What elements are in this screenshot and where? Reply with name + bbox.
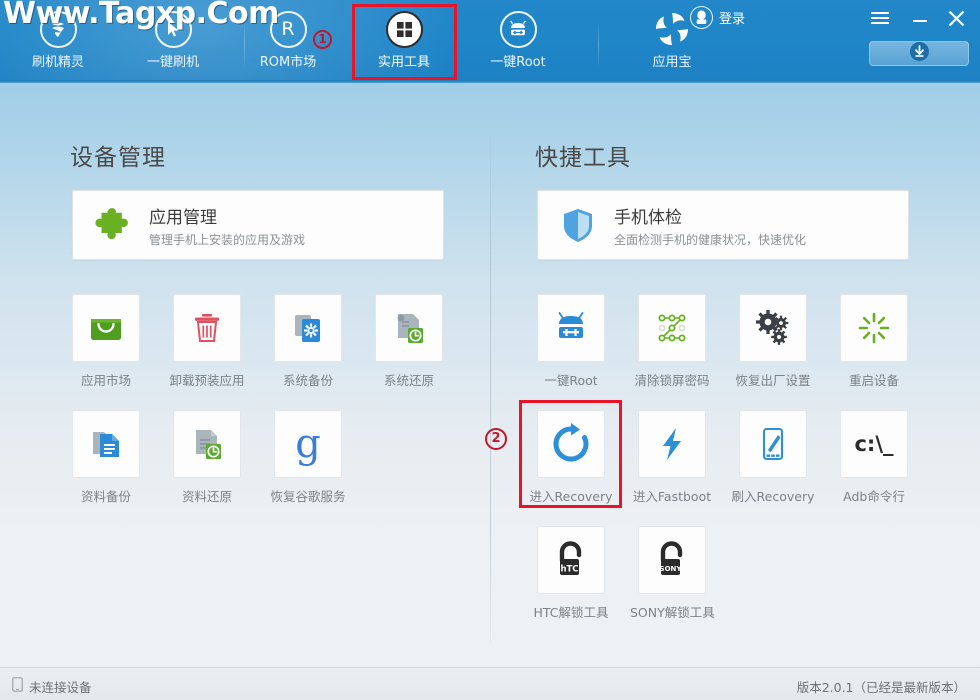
card-subtitle: 管理手机上安装的应用及游戏: [149, 232, 306, 247]
left-section-title: 设备管理: [70, 145, 166, 171]
tile-label: HTC解锁工具: [533, 605, 609, 620]
app-management-card[interactable]: 应用管理 管理手机上安装的应用及游戏: [72, 190, 444, 260]
status-bar: 未连接设备 版本2.0.1（已经是最新版本）: [0, 667, 980, 700]
tile-label: 卸载预装应用: [169, 373, 245, 388]
android-root-icon: [537, 294, 605, 362]
tile-label: SONY解锁工具: [630, 605, 715, 620]
pattern-lock-icon: [638, 294, 706, 362]
restart-burst-icon: [840, 294, 908, 362]
tile-data-backup[interactable]: 资料备份: [64, 410, 148, 505]
tile-label: 进入Recovery: [529, 489, 613, 504]
nav-separator: [598, 22, 599, 68]
annotation-marker-two: 2: [485, 428, 507, 450]
tile-label: 恢复谷歌服务: [270, 489, 346, 504]
tile-clear-lockscreen-password[interactable]: 清除锁屏密码: [630, 294, 714, 389]
tile-restore-google-services[interactable]: g 恢复谷歌服务: [266, 410, 350, 505]
tile-label: 刷入Recovery: [731, 489, 815, 504]
qq-penguin-avatar-icon: [690, 6, 713, 29]
tile-label: 资料备份: [80, 489, 131, 504]
tile-label: 系统备份: [282, 373, 333, 388]
adb-console-icon: c:\_: [840, 410, 908, 478]
tile-restart-device[interactable]: 重启设备: [832, 294, 916, 389]
login-button[interactable]: 登录: [690, 6, 745, 29]
version-text: 版本2.0.1（已经是最新版本）: [796, 680, 966, 695]
trash-can-icon: [173, 294, 241, 362]
nav-label: ROM市场: [259, 55, 317, 70]
data-backup-icon: [72, 410, 140, 478]
column-divider: [490, 132, 491, 644]
gears-icon: [739, 294, 807, 362]
phone-checkup-card[interactable]: 手机体检 全面检测手机的健康状况，快速优化: [537, 190, 909, 260]
tile-label: 应用市场: [80, 373, 131, 388]
watermark-text: Www.Tagxp.Com: [3, 0, 279, 31]
utilities-grid-icon: [356, 8, 452, 50]
system-backup-icon: [274, 294, 342, 362]
tile-label: 一键Root: [544, 373, 598, 388]
tile-system-restore[interactable]: 系统还原: [367, 294, 451, 389]
tile-one-key-root[interactable]: 一键Root: [529, 294, 613, 389]
system-restore-icon: [375, 294, 443, 362]
svg-text:hTC: hTC: [560, 565, 578, 575]
lightning-bolt-icon: [638, 410, 706, 478]
tile-label: 资料还原: [181, 489, 232, 504]
right-section-title: 快捷工具: [535, 145, 631, 171]
title-bar: 刷机精灵 一键刷机 R ROM市场 1 实用工具 一键Root 应用宝 登录 W…: [0, 0, 980, 83]
sony-unlock-padlock-icon: SONY: [638, 526, 706, 594]
tile-label: Adb命令行: [843, 489, 905, 504]
nav-item-utilities[interactable]: 实用工具: [356, 8, 452, 74]
connection-status: 未连接设备: [12, 677, 92, 696]
hamburger-menu-icon[interactable]: [868, 6, 892, 30]
nav-label: 一键刷机: [146, 55, 199, 70]
card-title: 应用管理: [149, 207, 217, 228]
card-subtitle: 全面检测手机的健康状况，快速优化: [614, 232, 807, 247]
application-window: 刷机精灵 一键刷机 R ROM市场 1 实用工具 一键Root 应用宝 登录 W…: [0, 0, 980, 700]
login-label: 登录: [719, 12, 746, 27]
adb-console-glyph: c:\_: [854, 432, 894, 456]
data-restore-icon: [173, 410, 241, 478]
tile-htc-unlock[interactable]: hTC HTC解锁工具: [529, 526, 613, 621]
download-arrow-icon: [909, 42, 929, 65]
nav-label: 实用工具: [377, 55, 430, 70]
tile-flash-recovery[interactable]: 刷入Recovery: [731, 410, 815, 505]
tile-enter-fastboot[interactable]: 进入Fastboot: [630, 410, 714, 505]
tile-factory-reset[interactable]: 恢复出厂设置: [731, 294, 815, 389]
card-title: 手机体检: [614, 207, 682, 228]
tile-app-market[interactable]: 应用市场: [64, 294, 148, 389]
tile-enter-recovery[interactable]: 进入Recovery: [529, 410, 613, 505]
tile-label: 重启设备: [848, 373, 899, 388]
tile-data-restore[interactable]: 资料还原: [165, 410, 249, 505]
annotation-marker-one: 1: [313, 30, 332, 49]
download-button[interactable]: [869, 41, 969, 66]
nav-item-one-key-root[interactable]: 一键Root: [470, 8, 566, 74]
nav-label: 应用宝: [652, 55, 692, 70]
tile-system-backup[interactable]: 系统备份: [266, 294, 350, 389]
nav-label: 一键Root: [490, 55, 546, 70]
flash-recovery-phone-icon: [739, 410, 807, 478]
google-g-icon: g: [274, 410, 342, 478]
nav-label: 刷机精灵: [31, 55, 84, 70]
tile-label: 清除锁屏密码: [634, 373, 710, 388]
phone-outline-icon: [12, 677, 23, 696]
shield-icon: [556, 203, 600, 247]
htc-unlock-padlock-icon: hTC: [537, 526, 605, 594]
tile-adb-command-line[interactable]: c:\_ Adb命令行: [832, 410, 916, 505]
tile-label: 系统还原: [383, 373, 434, 388]
puzzle-piece-icon: [91, 203, 135, 247]
tile-label: 进入Fastboot: [632, 489, 712, 504]
tile-sony-unlock[interactable]: SONY SONY解锁工具: [630, 526, 715, 621]
one-key-root-icon: [470, 8, 566, 50]
tile-uninstall-preinstalled[interactable]: 卸载预装应用: [165, 294, 249, 389]
recovery-refresh-icon: [537, 410, 605, 478]
shopping-bag-icon: [72, 294, 140, 362]
minimize-icon[interactable]: [908, 6, 932, 30]
svg-text:SONY: SONY: [660, 565, 683, 573]
status-text: 未连接设备: [29, 680, 92, 695]
close-icon[interactable]: [944, 6, 968, 30]
tile-label: 恢复出厂设置: [735, 373, 811, 388]
